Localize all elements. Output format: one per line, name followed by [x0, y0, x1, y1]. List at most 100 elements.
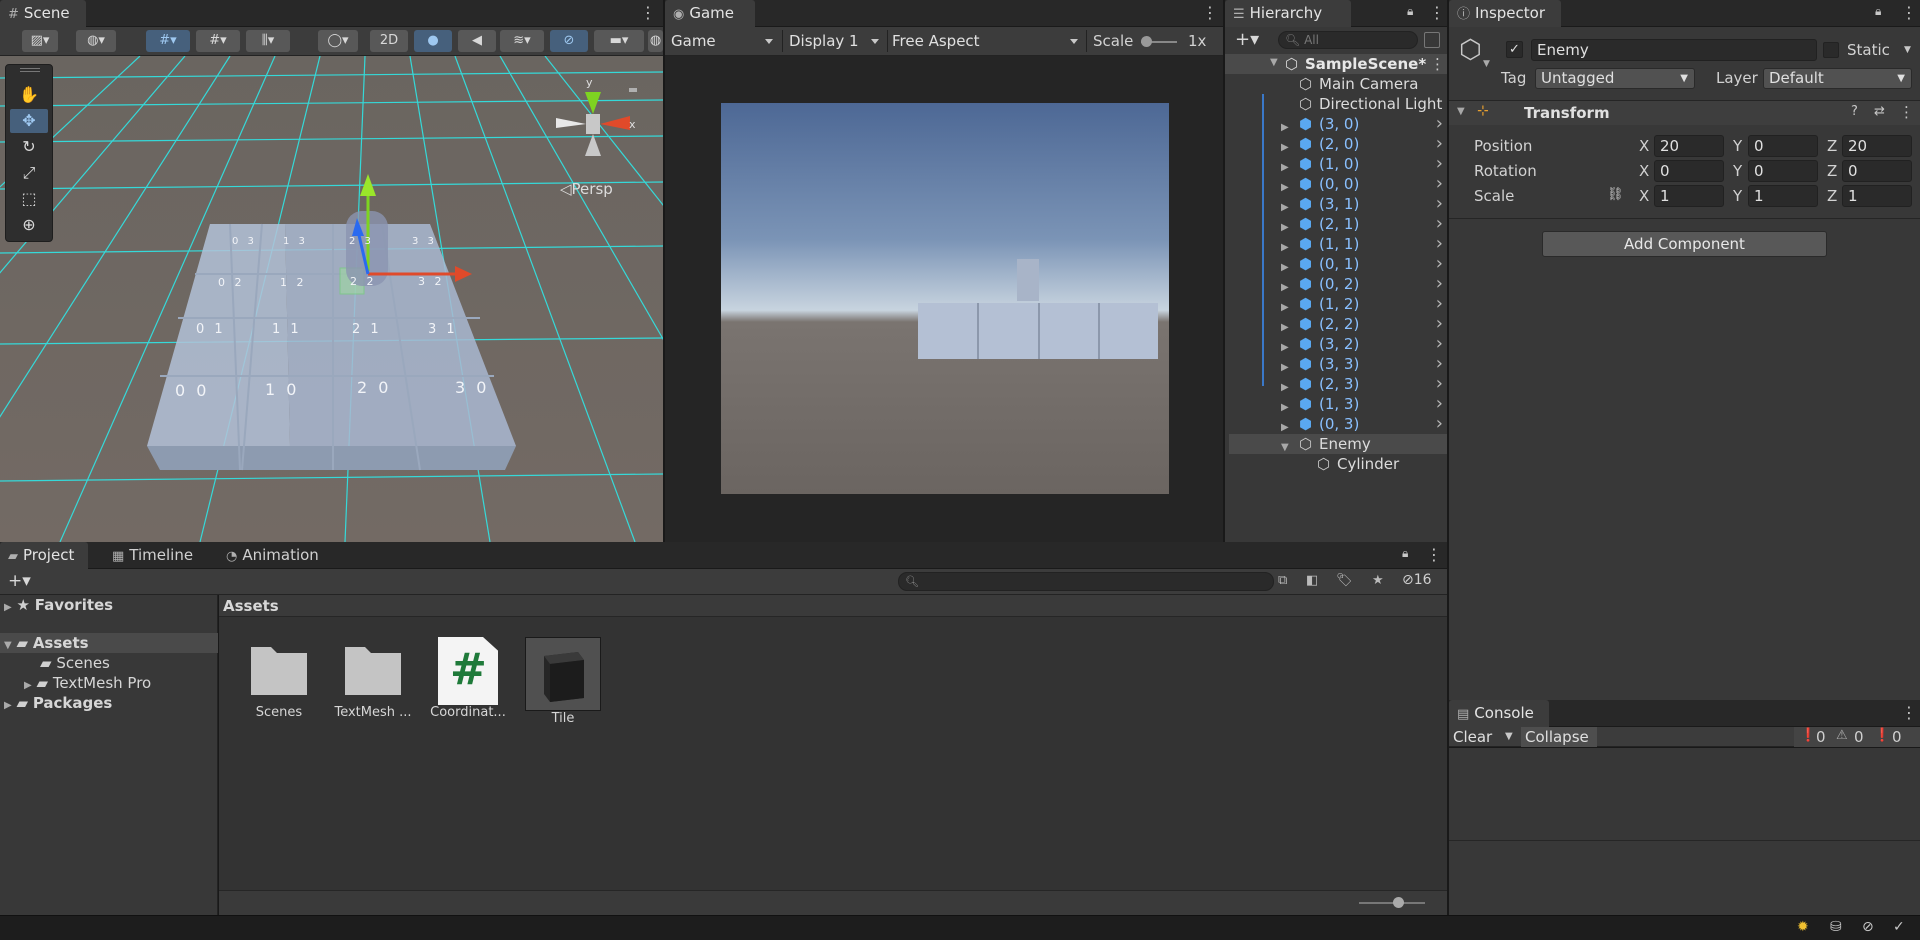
filter-type-icon[interactable]: ◧: [1306, 573, 1318, 588]
position-y-field[interactable]: 0: [1748, 135, 1818, 157]
hierarchy-item[interactable]: ▶ ⬢ (2, 2) ›: [1229, 314, 1447, 334]
open-prefab-icon[interactable]: ›: [1436, 354, 1443, 374]
open-prefab-icon[interactable]: ›: [1436, 274, 1443, 294]
expand-arrow-icon[interactable]: ▶: [4, 602, 12, 613]
rotate-tool-icon[interactable]: ↻: [10, 135, 48, 159]
transform-header[interactable]: ▼ ⊹ Transform ? ⇄ ⋮: [1449, 101, 1920, 125]
globe-icon[interactable]: ◍▾: [76, 30, 116, 52]
hierarchy-menu-icon[interactable]: ⋮: [1429, 4, 1445, 22]
hierarchy-item[interactable]: ⬡ Cylinder: [1229, 454, 1447, 474]
hierarchy-item[interactable]: ▶ ⬢ (1, 0) ›: [1229, 154, 1447, 174]
tab-project[interactable]: ▰ Project: [0, 542, 88, 570]
help-icon[interactable]: ?: [1851, 104, 1858, 119]
hierarchy-item[interactable]: ▶ ⬢ (3, 2) ›: [1229, 334, 1447, 354]
hierarchy-item[interactable]: ▶ ⬢ (1, 1) ›: [1229, 234, 1447, 254]
render-mode-icon[interactable]: ◯▾: [318, 30, 358, 52]
scene-menu-icon[interactable]: ⋮: [640, 4, 656, 22]
active-checkbox[interactable]: ✓: [1506, 41, 1523, 58]
textmesh-folder-row[interactable]: ▶ ▰ TextMesh Pro: [24, 673, 151, 693]
tag-dropdown[interactable]: Untagged ▼: [1535, 68, 1695, 89]
expand-arrow-icon[interactable]: ▼: [1270, 57, 1278, 68]
icon-size-slider-track[interactable]: [1359, 902, 1425, 904]
hierarchy-item[interactable]: ▶ ⬢ (0, 3) ›: [1229, 414, 1447, 434]
scale-y-field[interactable]: 1: [1748, 185, 1818, 207]
perspective-label[interactable]: ◁Persp: [560, 180, 613, 198]
aspect-dropdown[interactable]: Free Aspect: [888, 30, 1084, 52]
game-viewport[interactable]: [665, 56, 1223, 542]
icon-size-slider-thumb[interactable]: [1393, 897, 1404, 908]
camera-icon[interactable]: ▬▾: [594, 30, 644, 52]
tab-timeline[interactable]: ▦ Timeline: [104, 542, 204, 570]
add-object-icon[interactable]: +▾: [1235, 29, 1259, 50]
hierarchy-item[interactable]: ▶ ⬢ (3, 1) ›: [1229, 194, 1447, 214]
hand-tool-icon[interactable]: ✋: [10, 83, 48, 107]
open-prefab-icon[interactable]: ›: [1436, 174, 1443, 194]
collapse-arrow-icon[interactable]: ▼: [4, 640, 12, 651]
snap-grid-icon[interactable]: #▾: [146, 30, 190, 52]
scene-viewport[interactable]: y x ◁Persp 0 3 1 3 2 3 3 3 0 2 1 2 2 2 3 2 0 1 1 …: [0, 56, 663, 542]
expand-arrow-icon[interactable]: ▶: [24, 680, 32, 691]
scene-row[interactable]: ▼ ⬡ SampleScene* ⋮: [1225, 54, 1447, 74]
hierarchy-item[interactable]: ▶ ⬢ (2, 3) ›: [1229, 374, 1447, 394]
hierarchy-item[interactable]: ▶ ⬢ (2, 1) ›: [1229, 214, 1447, 234]
hierarchy-item[interactable]: ▶ ⬢ (3, 0) ›: [1229, 114, 1447, 134]
game-mode-dropdown[interactable]: Game: [667, 30, 779, 52]
hierarchy-item[interactable]: ⬡ Directional Light: [1229, 94, 1447, 114]
hierarchy-item[interactable]: ▼ ⬡ Enemy: [1229, 434, 1447, 454]
project-lock-icon[interactable]: 🔒︎: [1402, 546, 1408, 561]
open-prefab-icon[interactable]: ›: [1436, 334, 1443, 354]
scale-z-field[interactable]: 1: [1842, 185, 1912, 207]
hierarchy-item[interactable]: ▶ ⬢ (2, 0) ›: [1229, 134, 1447, 154]
rotation-z-field[interactable]: 0: [1842, 160, 1912, 182]
game-menu-icon[interactable]: ⋮: [1202, 4, 1218, 22]
open-prefab-icon[interactable]: ›: [1436, 194, 1443, 214]
asset-item-coordinate-script[interactable]: # Coordinat...: [426, 637, 510, 720]
open-prefab-icon[interactable]: ›: [1436, 414, 1443, 434]
rotation-y-field[interactable]: 0: [1748, 160, 1818, 182]
search-by-type-icon[interactable]: ⧉: [1278, 573, 1287, 588]
transform-tool-icon[interactable]: ⊕: [10, 213, 48, 237]
asset-item-textmesh[interactable]: TextMesh ...: [331, 637, 415, 720]
hierarchy-item[interactable]: ▶ ⬢ (0, 2) ›: [1229, 274, 1447, 294]
tab-console[interactable]: ▤ Console: [1449, 700, 1549, 728]
open-prefab-icon[interactable]: ›: [1436, 234, 1443, 254]
position-x-field[interactable]: 20: [1654, 135, 1724, 157]
hierarchy-item[interactable]: ▶ ⬢ (3, 3) ›: [1229, 354, 1447, 374]
progress-check-icon[interactable]: ✓: [1893, 919, 1905, 935]
error-filter-icon[interactable]: ❗: [1874, 728, 1890, 743]
constrain-proportions-icon[interactable]: ⛓: [1607, 187, 1624, 202]
draw-mode-icon[interactable]: ▨▾: [22, 30, 58, 52]
cache-server-icon[interactable]: ⛁: [1830, 919, 1842, 935]
project-search-input[interactable]: 🔍︎: [898, 572, 1274, 591]
packages-row[interactable]: ▶ ▰ Packages: [4, 693, 112, 713]
effects-icon[interactable]: ≋▾: [500, 30, 544, 52]
asset-item-scenes[interactable]: Scenes: [237, 637, 321, 720]
audio-icon[interactable]: ◀: [458, 30, 496, 52]
asset-item-tile-prefab[interactable]: Tile: [521, 637, 605, 726]
open-prefab-icon[interactable]: ›: [1436, 394, 1443, 414]
position-z-field[interactable]: 20: [1842, 135, 1912, 157]
network-icon[interactable]: ⊘: [1862, 919, 1874, 935]
scenes-folder-row[interactable]: ▰ Scenes: [40, 653, 110, 673]
display-dropdown[interactable]: Display 1: [785, 30, 885, 52]
collapse-toggle[interactable]: Collapse: [1521, 727, 1597, 747]
tab-game[interactable]: ◉ Game: [665, 0, 755, 28]
tab-hierarchy[interactable]: ☰ Hierarchy: [1225, 0, 1351, 28]
rect-tool-icon[interactable]: ⬚: [10, 187, 48, 211]
label-icon[interactable]: 🏷︎: [1336, 573, 1353, 588]
expand-arrow-icon[interactable]: ▶: [4, 700, 12, 711]
favorite-star-icon[interactable]: ★: [1372, 573, 1384, 588]
project-menu-icon[interactable]: ⋮: [1426, 546, 1442, 564]
hierarchy-search-input[interactable]: 🔍︎ All: [1278, 31, 1418, 49]
hierarchy-item[interactable]: ▶ ⬢ (0, 0) ›: [1229, 174, 1447, 194]
favorites-row[interactable]: ▶ ★ Favorites: [4, 595, 113, 615]
palette-handle[interactable]: [20, 68, 40, 72]
gizmos-icon[interactable]: ◍: [648, 30, 663, 52]
scale-x-field[interactable]: 1: [1654, 185, 1724, 207]
scene-menu-icon[interactable]: ⋮: [1430, 55, 1445, 73]
breadcrumb-assets[interactable]: Assets: [223, 596, 279, 616]
open-prefab-icon[interactable]: ›: [1436, 134, 1443, 154]
rotation-x-field[interactable]: 0: [1654, 160, 1724, 182]
debug-mode-icon[interactable]: ✹: [1797, 919, 1809, 935]
hierarchy-item[interactable]: ⬡ Main Camera: [1229, 74, 1447, 94]
